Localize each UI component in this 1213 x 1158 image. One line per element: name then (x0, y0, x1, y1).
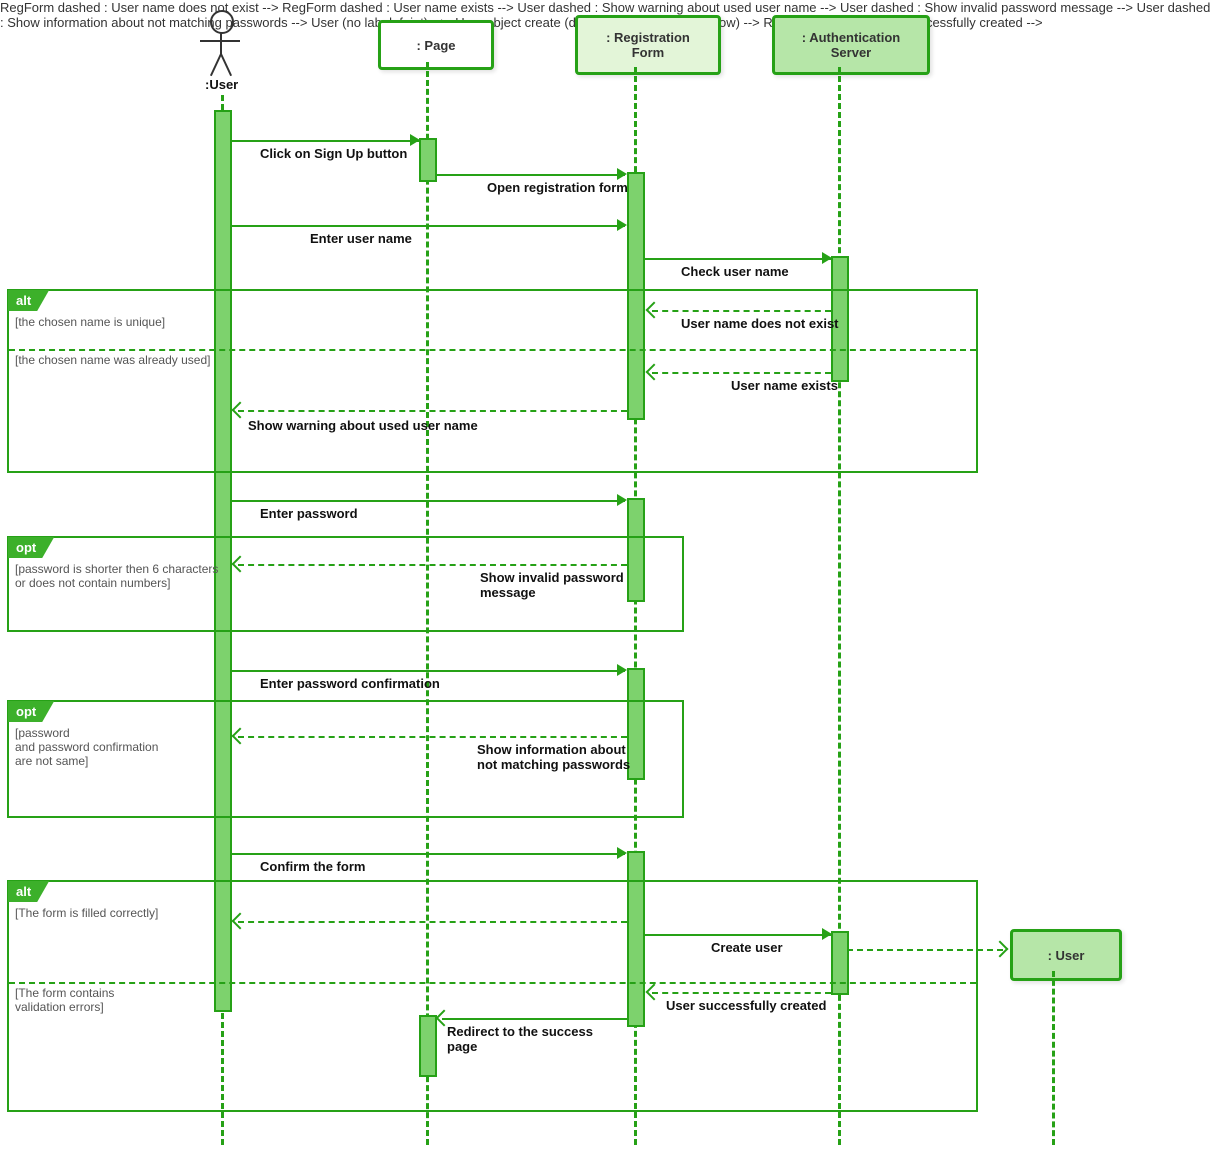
msg10-label: Enter password confirmation (260, 676, 440, 691)
msg-create-line (847, 949, 1003, 951)
msg-return-line (238, 921, 627, 923)
lifeline-regform: : Registration Form (575, 15, 721, 75)
frag-opt1-guard: [password is shorter then 6 characters o… (15, 562, 218, 590)
msg6-label: User name exists (731, 378, 838, 393)
frag-alt2-divider (9, 982, 976, 984)
msg6-line (652, 372, 831, 374)
msg13-arrow (822, 928, 832, 940)
frag-opt2-guard: [password and password confirmation are … (15, 726, 158, 768)
msg5-label: User name does not exist (681, 316, 839, 331)
frag-alt2-guard2: [The form contains validation errors] (15, 986, 114, 1014)
msg8-arrow (617, 494, 627, 506)
object-user: : User (1010, 929, 1122, 981)
msg10-arrow (617, 664, 627, 676)
msg2-line (435, 174, 625, 176)
frag-alt2: alt [The form is filled correctly] [The … (7, 880, 978, 1112)
object-user-label: : User (1048, 948, 1085, 963)
msg13-label: Create user (711, 940, 783, 955)
msg14-line (652, 992, 831, 994)
frag-alt1-guard2: [the chosen name was already used] (15, 353, 210, 367)
msg3-label: Enter user name (310, 231, 412, 246)
lifeline-authserver: : Authentication Server (772, 15, 930, 75)
msg1-label: Click on Sign Up button (260, 146, 407, 161)
msg2-arrow (617, 168, 627, 180)
msg12-line (230, 853, 625, 855)
msg10-line (230, 670, 625, 672)
frag-alt1-divider (9, 349, 976, 351)
frag-alt1-guard1: [the chosen name is unique] (15, 315, 165, 329)
frag-opt2-tag: opt (8, 701, 54, 722)
msg4-label: Check user name (681, 264, 789, 279)
msg7-label: Show warning about used user name (248, 418, 478, 433)
frag-alt2-tag: alt (8, 881, 49, 902)
msg8-line (230, 500, 625, 502)
lifeline-page: : Page (378, 20, 494, 70)
msg14-label: User successfully created (666, 998, 826, 1013)
msg5-line (652, 310, 831, 312)
msg15-line (442, 1018, 627, 1020)
msg9-label: Show invalid password message (480, 570, 624, 600)
actor-user-label: :User (205, 77, 238, 92)
msg3-arrow (617, 219, 627, 231)
msg7-line (238, 410, 627, 412)
msg15-label: Redirect to the success page (447, 1024, 593, 1054)
msg2-label: Open registration form (487, 180, 628, 195)
lifeline-regform-label: : Registration Form (606, 30, 690, 60)
msg13-line (643, 934, 831, 936)
msg3-line (230, 225, 625, 227)
msg4-line (643, 258, 831, 260)
frag-alt2-guard1: [The form is filled correctly] (15, 906, 158, 920)
lifeline-page-label: : Page (416, 38, 455, 53)
msg-create-arrow (992, 941, 1009, 958)
msg1-arrow (410, 134, 420, 146)
msg8-label: Enter password (260, 506, 358, 521)
frag-alt1-tag: alt (8, 290, 49, 311)
msg9-line (238, 564, 627, 566)
msg12-label: Confirm the form (260, 859, 365, 874)
sequence-diagram: :User : Page : Registration Form : Authe… (0, 0, 1213, 1158)
msg1-line (230, 140, 419, 142)
frag-opt1-tag: opt (8, 537, 54, 558)
lifeline-line-userobj (1052, 971, 1055, 1145)
msg11-label: Show information about not matching pass… (477, 742, 630, 772)
msg12-arrow (617, 847, 627, 859)
msg4-arrow (822, 252, 832, 264)
msg11-line (238, 736, 627, 738)
lifeline-authserver-label: : Authentication Server (802, 30, 900, 60)
